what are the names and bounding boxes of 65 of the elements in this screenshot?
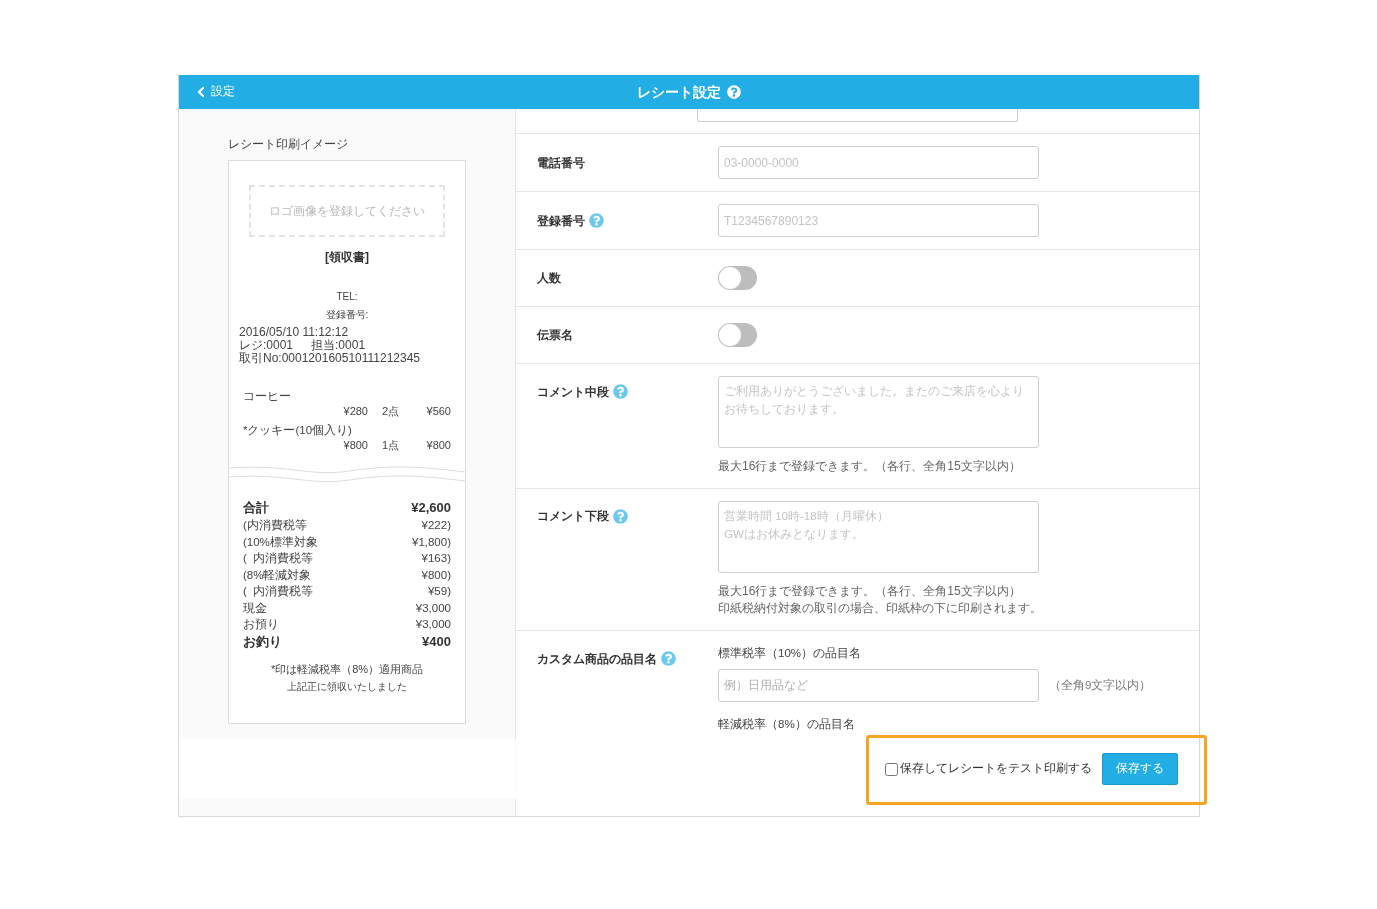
field-label: 人数 (537, 270, 561, 287)
preview-title: レシート印刷イメージ (228, 136, 349, 153)
receipt-meta-text: 2016/05/10 11:12:12 (239, 326, 349, 339)
input-field[interactable]: T1234567890123 (718, 204, 1039, 237)
total-label: (8%軽減対象 (243, 567, 312, 583)
save-button[interactable]: 保存する (1102, 753, 1178, 785)
help-icon[interactable] (661, 651, 676, 666)
receipt-thanks: 上記正に領収いたしました (286, 680, 408, 694)
total-value: ¥2,600 (411, 499, 451, 517)
total-value: ¥59) (427, 584, 451, 599)
help-icon[interactable] (613, 384, 628, 399)
field-note: 最大16行まで登録できます。（各行、全角15文字以内） (718, 458, 1022, 475)
help-icon[interactable] (589, 213, 604, 228)
item-amount: ¥560 (425, 404, 451, 419)
window-title: レシート設定 (637, 82, 721, 102)
total-value: ¥800) (421, 567, 451, 583)
help-icon[interactable] (613, 508, 628, 524)
total-label: (内消費税等 (243, 518, 307, 533)
total-value: ¥1,800) (412, 534, 451, 550)
total-label: ( 内消費税等 (243, 584, 314, 599)
receipt-meta-text: 取引No:000120160510111212345 (239, 352, 421, 365)
field-label: 伝票名 (537, 327, 573, 344)
field-label: コメント下段 (537, 508, 609, 525)
field-note: 印紙税納付対象の取引の場合、印紙枠の下に印刷されます。 (718, 600, 1042, 617)
total-label: 合計 (243, 499, 269, 517)
field-label: 登録番号 (537, 212, 585, 230)
total-value: ¥163) (421, 551, 451, 566)
item-amount: ¥800 (425, 438, 451, 453)
input-field[interactable]: 例）日用品など (718, 668, 1039, 702)
sub-field-label: 軽減税率（8%）の品目名 (718, 716, 856, 732)
receipt-registration: 登録番号: (324, 308, 370, 322)
total-value: ¥3,000 (415, 600, 451, 616)
reduced-tax-note: *印は軽減税率（8%）適用商品 (269, 661, 425, 677)
sub-field-label: 標準税率（10%）の品目名 (718, 645, 863, 661)
total-value: ¥400 (422, 632, 451, 651)
back-button[interactable]: 設定 (179, 83, 235, 101)
checkbox[interactable] (885, 762, 898, 776)
field-note: 最大16行まで登録できます。（各行、全角15文字以内） (718, 582, 1022, 600)
checkbox-label: 保存してレシートをテスト印刷する (900, 761, 1092, 777)
total-label: 現金 (243, 600, 267, 616)
item-name: コーヒー (243, 389, 292, 404)
field-label: コメント中段 (537, 383, 609, 401)
item-quantity: 1点 (380, 438, 399, 453)
item-price: ¥280 (342, 404, 368, 419)
total-label: ( 内消費税等 (243, 551, 314, 566)
toggle-switch[interactable] (718, 266, 757, 290)
receipt-heading: [領収書] (324, 249, 370, 266)
total-value: ¥3,000 (415, 617, 451, 632)
help-icon[interactable] (727, 85, 741, 99)
field-label: 電話番号 (537, 154, 585, 172)
receipt-meta-text: 担当:0001 (311, 339, 366, 352)
total-label: お預り (243, 617, 279, 632)
field-label: カスタム商品の品目名 (537, 650, 657, 668)
total-value: ¥222) (421, 518, 451, 533)
total-label: お釣り (243, 632, 282, 651)
item-price: ¥800 (342, 438, 368, 453)
input-field[interactable] (697, 109, 1018, 122)
item-quantity: 2点 (380, 404, 399, 419)
input-field[interactable]: 03-0000-0000 (718, 146, 1039, 179)
item-name: *クッキー(10個入り) (243, 423, 353, 438)
receipt-meta-text: レジ:0001 (239, 339, 294, 352)
total-label: (10%標準対象 (243, 534, 318, 550)
toggle-switch[interactable] (718, 323, 757, 347)
receipt-tel: TEL: (335, 290, 359, 304)
length-hint: （全角9文字以内） (1049, 677, 1152, 693)
